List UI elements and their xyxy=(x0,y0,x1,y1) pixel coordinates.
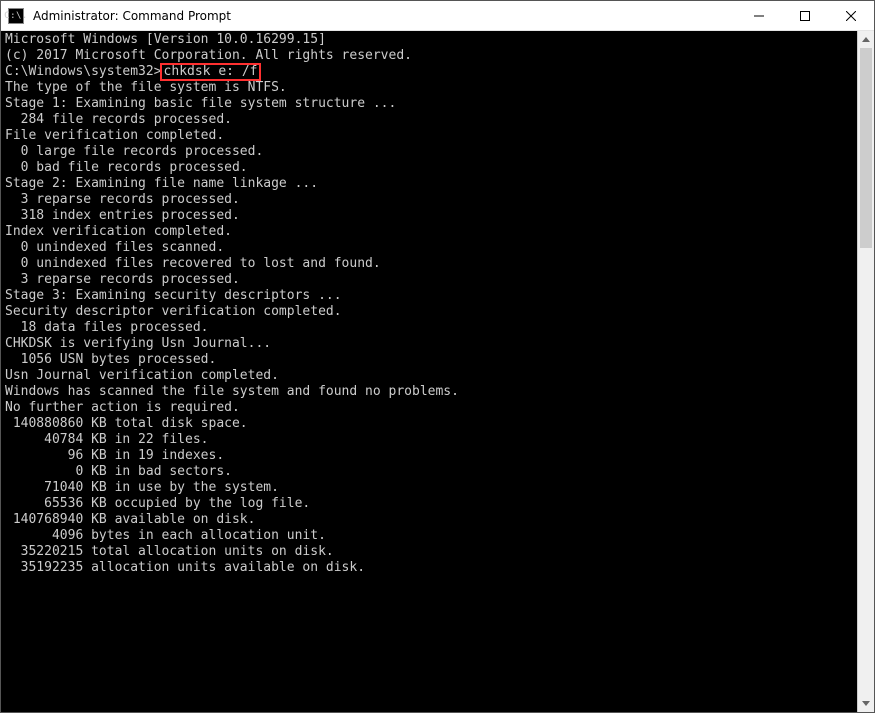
prompt-line: C:\Windows\system32>chkdsk e: /f xyxy=(5,64,853,80)
output-line: Microsoft Windows [Version 10.0.16299.15… xyxy=(5,32,853,48)
output-line: 40784 KB in 22 files. xyxy=(5,432,853,448)
output-line: The type of the file system is NTFS. xyxy=(5,80,853,96)
output-line: 0 KB in bad sectors. xyxy=(5,464,853,480)
output-line: (c) 2017 Microsoft Corporation. All righ… xyxy=(5,48,853,64)
window-title: Administrator: Command Prompt xyxy=(31,9,736,23)
output-line: 0 bad file records processed. xyxy=(5,160,853,176)
output-line: 18 data files processed. xyxy=(5,320,853,336)
window-controls xyxy=(736,1,874,30)
terminal-output[interactable]: Microsoft Windows [Version 10.0.16299.15… xyxy=(1,31,857,712)
prompt-path: C:\Windows\system32> xyxy=(5,64,162,79)
client-area: Microsoft Windows [Version 10.0.16299.15… xyxy=(1,31,874,712)
output-line: Stage 2: Examining file name linkage ... xyxy=(5,176,853,192)
output-line: 0 unindexed files scanned. xyxy=(5,240,853,256)
scroll-thumb[interactable] xyxy=(860,48,872,248)
titlebar[interactable]: C:\. Administrator: Command Prompt xyxy=(1,1,874,31)
minimize-button[interactable] xyxy=(736,1,782,30)
output-line: 0 unindexed files recovered to lost and … xyxy=(5,256,853,272)
output-line: 96 KB in 19 indexes. xyxy=(5,448,853,464)
cmd-icon: C:\. xyxy=(8,8,24,24)
output-line: Stage 1: Examining basic file system str… xyxy=(5,96,853,112)
output-line: 65536 KB occupied by the log file. xyxy=(5,496,853,512)
output-line: 1056 USN bytes processed. xyxy=(5,352,853,368)
output-line: 0 large file records processed. xyxy=(5,144,853,160)
output-line: File verification completed. xyxy=(5,128,853,144)
output-line: Index verification completed. xyxy=(5,224,853,240)
output-line: No further action is required. xyxy=(5,400,853,416)
output-line: 284 file records processed. xyxy=(5,112,853,128)
output-line: 3 reparse records processed. xyxy=(5,192,853,208)
system-menu[interactable]: C:\. xyxy=(1,8,31,24)
output-line: 71040 KB in use by the system. xyxy=(5,480,853,496)
output-line: 35220215 total allocation units on disk. xyxy=(5,544,853,560)
close-button[interactable] xyxy=(828,1,874,30)
output-line: Usn Journal verification completed. xyxy=(5,368,853,384)
vertical-scrollbar[interactable] xyxy=(857,31,874,712)
output-line: Security descriptor verification complet… xyxy=(5,304,853,320)
output-line: 4096 bytes in each allocation unit. xyxy=(5,528,853,544)
scroll-up-button[interactable] xyxy=(858,31,874,48)
scroll-down-button[interactable] xyxy=(858,695,874,712)
output-line: 3 reparse records processed. xyxy=(5,272,853,288)
maximize-button[interactable] xyxy=(782,1,828,30)
output-line: 140880860 KB total disk space. xyxy=(5,416,853,432)
highlighted-command: chkdsk e: /f xyxy=(160,63,262,81)
output-line: 35192235 allocation units available on d… xyxy=(5,560,853,576)
output-line: Stage 3: Examining security descriptors … xyxy=(5,288,853,304)
output-line: Windows has scanned the file system and … xyxy=(5,384,853,400)
output-line: CHKDSK is verifying Usn Journal... xyxy=(5,336,853,352)
output-line: 318 index entries processed. xyxy=(5,208,853,224)
output-line: 140768940 KB available on disk. xyxy=(5,512,853,528)
scroll-track[interactable] xyxy=(858,48,874,695)
